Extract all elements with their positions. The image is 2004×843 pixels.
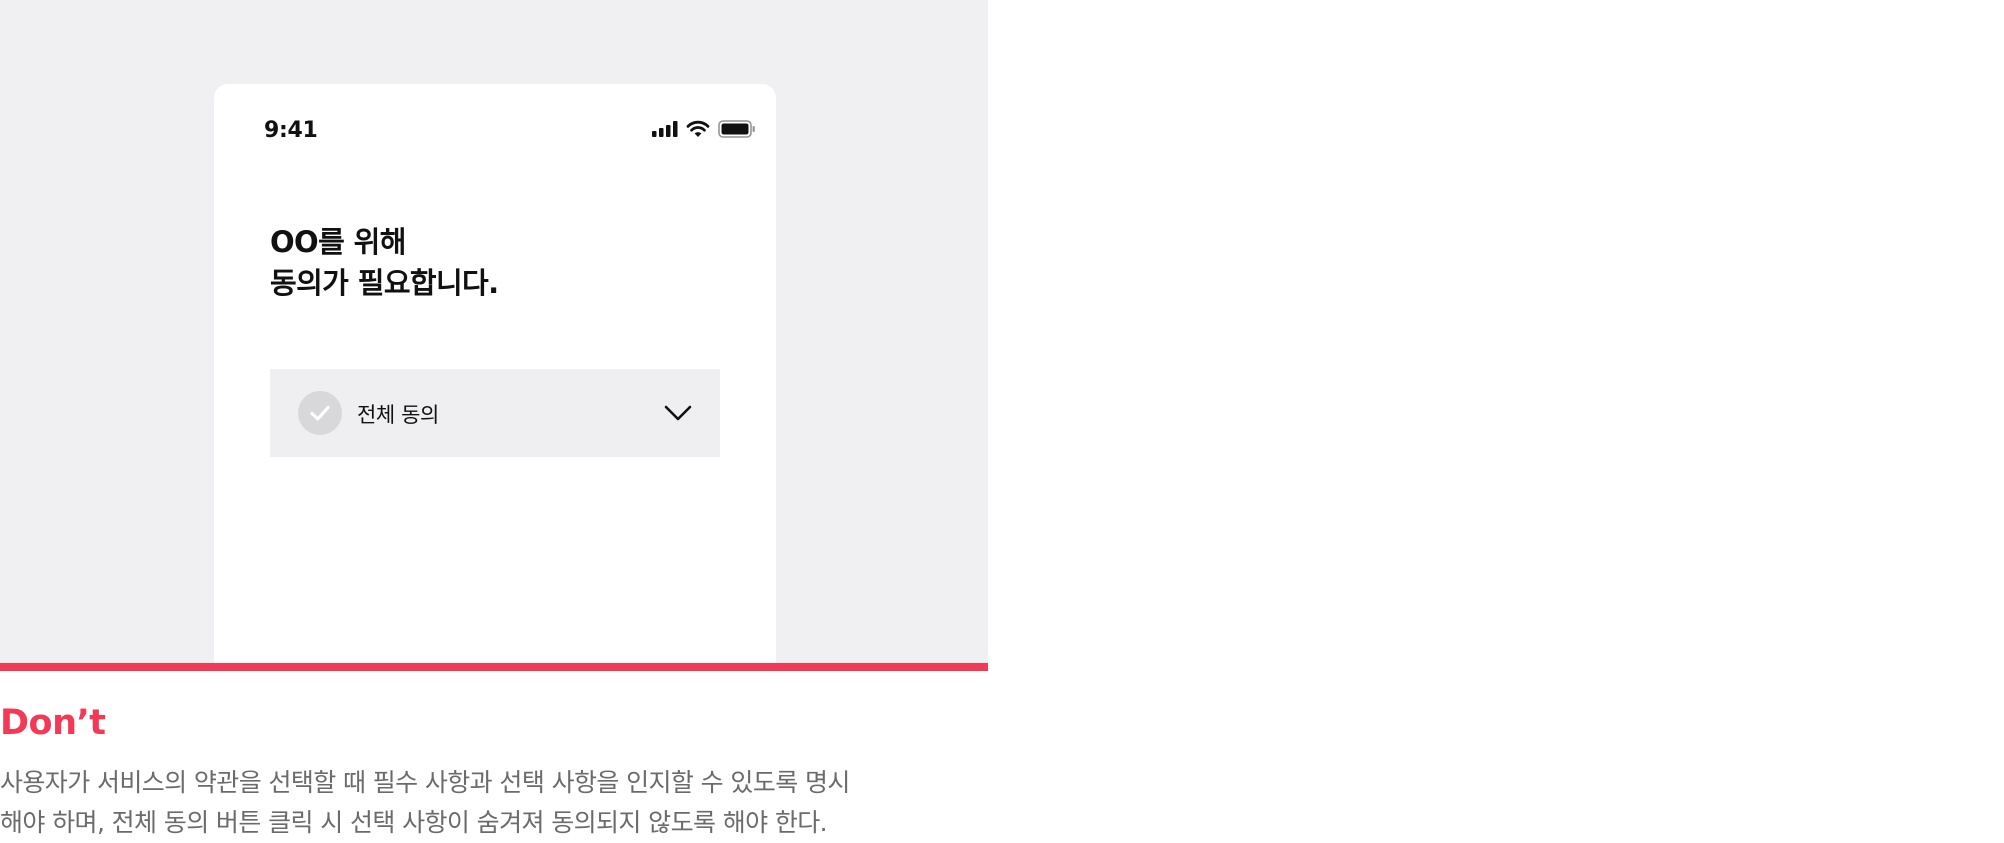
chevron-down-icon[interactable] <box>664 404 692 426</box>
battery-icon <box>718 120 756 138</box>
agree-all-label: 전체 동의 <box>357 403 439 427</box>
status-bar: 9:41 <box>214 84 776 164</box>
guideline-description-line-1: 사용자가 서비스의 약관을 선택할 때 필수 사항과 선택 사항을 인지할 수 … <box>0 768 850 797</box>
check-icon <box>310 405 330 421</box>
page-title-line-2: 동의가 필요합니다. <box>270 266 499 300</box>
phone-mockup: 9:41 OO를 위해 동의가 필요합니다. 전체 동의 <box>214 84 776 663</box>
guideline-description: 사용자가 서비스의 약관을 선택할 때 필수 사항과 선택 사항을 인지할 수 … <box>0 763 980 843</box>
example-panel: 9:41 OO를 위해 동의가 필요합니다. 전체 동의 <box>0 0 988 663</box>
status-icons <box>652 120 756 138</box>
agree-all-checkbox[interactable] <box>298 391 342 435</box>
dont-divider-bar <box>0 663 988 671</box>
dont-heading: Don’t <box>0 703 106 743</box>
guideline-description-line-2: 해야 하며, 전체 동의 버튼 클릭 시 선택 사항이 숨겨져 동의되지 않도록… <box>0 808 828 837</box>
page-title: OO를 위해 동의가 필요합니다. <box>270 222 499 304</box>
agree-all-button[interactable]: 전체 동의 <box>270 369 720 457</box>
page-title-line-1: OO를 위해 <box>270 225 406 259</box>
cellular-signal-icon <box>652 121 678 137</box>
status-time: 9:41 <box>264 118 318 143</box>
wifi-icon <box>686 120 710 138</box>
